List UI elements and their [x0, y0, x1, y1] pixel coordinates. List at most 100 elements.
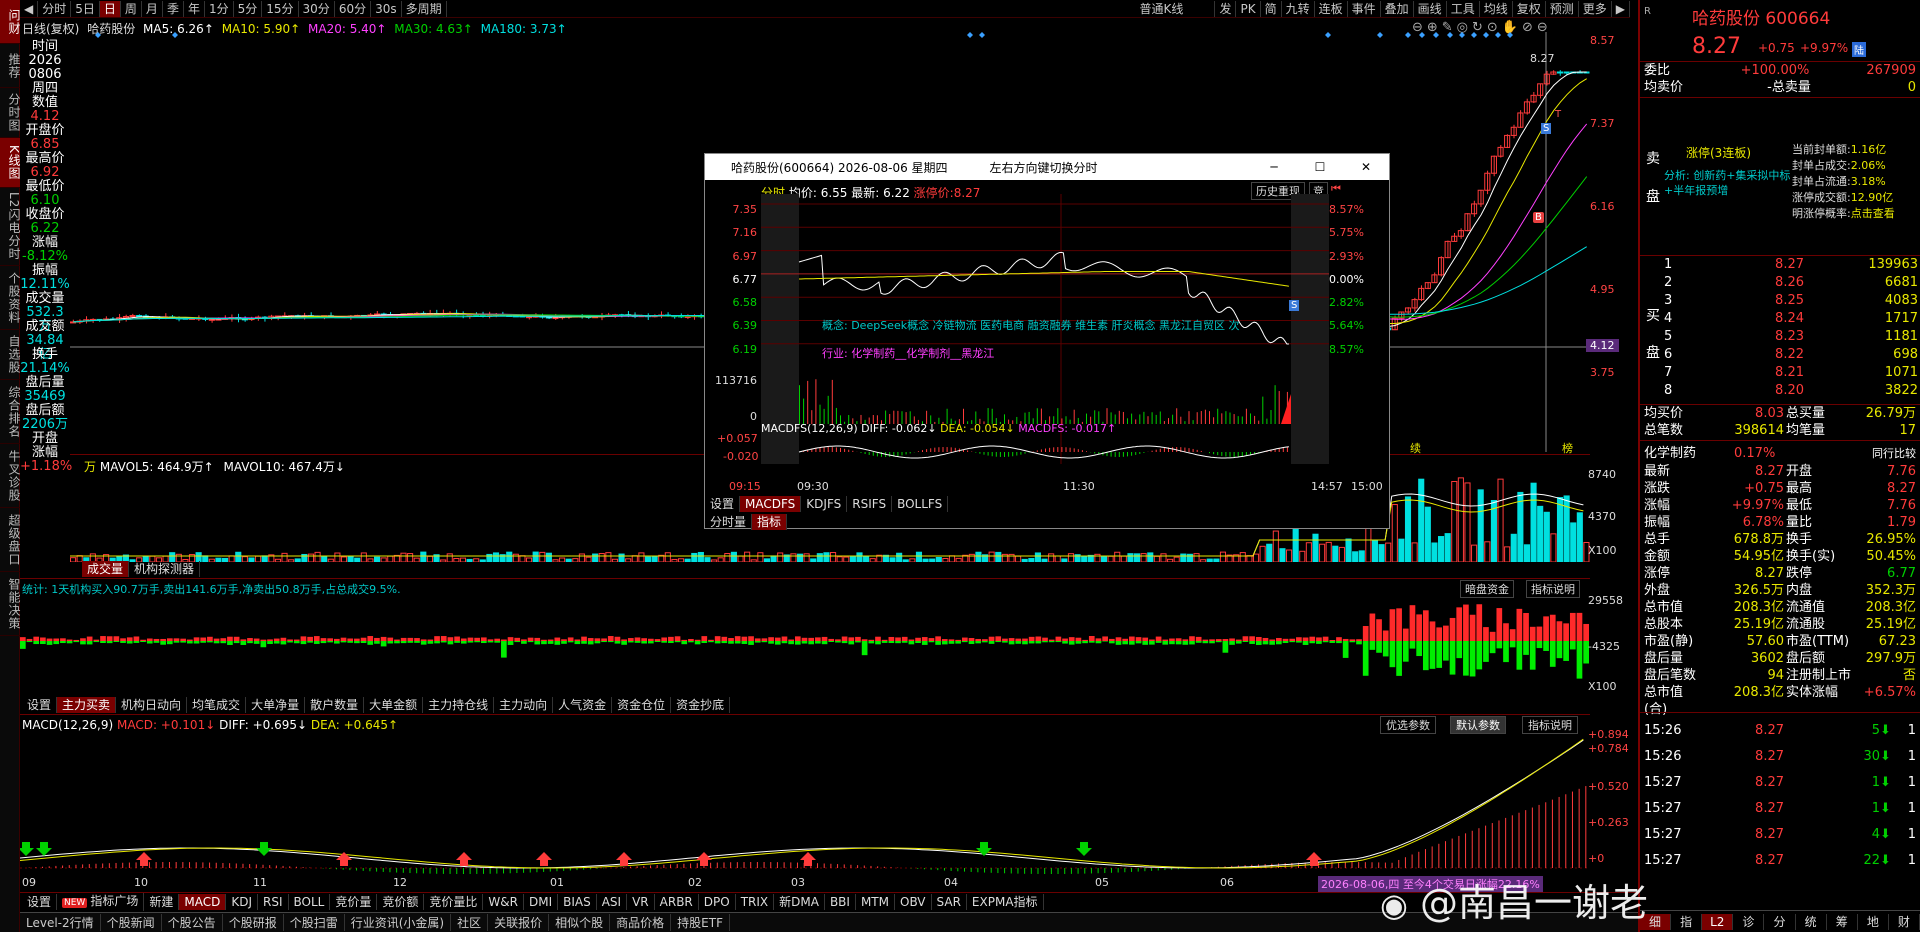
sidebar-item-diagnose[interactable]: 牛叉诊股: [0, 444, 21, 508]
popup-tab-indicator[interactable]: 指标: [752, 514, 788, 530]
indicator-tab[interactable]: ARBR: [655, 894, 699, 910]
period-60min[interactable]: 60分: [335, 0, 372, 17]
tool-overlay[interactable]: 叠加: [1381, 0, 1414, 17]
popup-tab[interactable]: RSIFS: [847, 496, 893, 512]
popup-tab[interactable]: MACDFS: [740, 496, 802, 512]
indicator-tab[interactable]: 竞价量比: [424, 894, 484, 910]
tool-event[interactable]: 事件: [1348, 0, 1381, 17]
period-5min[interactable]: 5分: [234, 0, 263, 17]
quote-tab[interactable]: 筹: [1827, 913, 1858, 930]
period-day[interactable]: 日: [99, 0, 121, 17]
period-15min[interactable]: 15分: [262, 0, 299, 17]
indicator-tab[interactable]: 新DMA: [774, 894, 825, 910]
popup-tab-timevol[interactable]: 分时量: [705, 514, 753, 530]
bid-row[interactable]: 7 8.21 1071: [1660, 364, 1920, 382]
limit-detail-value[interactable]: 点击查看: [1851, 207, 1895, 220]
indicator-tab[interactable]: 新建: [144, 894, 180, 910]
indicator-tab[interactable]: ASI: [597, 894, 628, 910]
sidebar-item-profile[interactable]: 个股资料: [0, 266, 21, 330]
maximize-icon[interactable]: ☐: [1297, 160, 1343, 174]
tool-lianban[interactable]: 连板: [1315, 0, 1348, 17]
status-link[interactable]: 个股扫雷: [284, 914, 345, 931]
bid-row[interactable]: 6 8.22 698: [1660, 346, 1920, 364]
indicator-tab[interactable]: RSI: [258, 894, 289, 910]
fund-tab[interactable]: 主力动向: [494, 697, 554, 713]
period-1min[interactable]: 1分: [205, 0, 234, 17]
fund-tab[interactable]: 设置: [22, 697, 58, 713]
status-link[interactable]: 社区: [451, 914, 489, 931]
popup-tab[interactable]: KDJFS: [801, 496, 848, 512]
status-link[interactable]: Level-2行情: [20, 914, 101, 931]
period-quarter[interactable]: 季: [163, 0, 184, 17]
status-link[interactable]: 个股研报: [223, 914, 284, 931]
tab-institution-detector[interactable]: 机构探测器: [129, 561, 201, 577]
tool-pk[interactable]: PK: [1236, 0, 1261, 17]
kline-type-select[interactable]: 普通K线: [1135, 0, 1216, 17]
fund-tab[interactable]: 均笔成交: [187, 697, 247, 713]
bid-row[interactable]: 2 8.26 6681: [1660, 274, 1920, 292]
indicator-tab[interactable]: MTM: [856, 894, 895, 910]
bid-row[interactable]: 5 8.23 1181: [1660, 328, 1920, 346]
sidebar-item-kline[interactable]: K线图: [0, 138, 21, 188]
period-week[interactable]: 周: [121, 0, 142, 17]
indicator-tab[interactable]: EXPMA指标: [967, 894, 1044, 910]
status-link[interactable]: 个股公告: [162, 914, 223, 931]
period-month[interactable]: 月: [142, 0, 163, 17]
tool-more[interactable]: 更多: [1579, 0, 1612, 17]
period-year[interactable]: 年: [184, 0, 205, 17]
sidebar-item-super-pankou[interactable]: 超级盘口: [0, 508, 21, 572]
tool-jiuzhuan[interactable]: 九转: [1282, 0, 1315, 17]
macd-chart[interactable]: [20, 730, 1590, 878]
indicator-tab[interactable]: SAR: [932, 894, 967, 910]
indicator-tab[interactable]: DPO: [699, 894, 736, 910]
status-link[interactable]: 持股ETF: [671, 914, 730, 931]
period-5day[interactable]: 5日: [71, 0, 100, 17]
bid-row[interactable]: 4 8.24 1717: [1660, 310, 1920, 328]
tool-fuquan[interactable]: 复权: [1513, 0, 1546, 17]
fund-tab[interactable]: 人气资金: [553, 697, 613, 713]
fund-tab[interactable]: 大单金额: [364, 697, 424, 713]
quote-tab[interactable]: 诊: [1733, 913, 1765, 930]
fund-tab[interactable]: 资金抄底: [671, 697, 731, 713]
indicator-tab[interactable]: W&R: [483, 894, 524, 910]
status-link[interactable]: 商品价格: [610, 914, 672, 931]
status-link[interactable]: 相似个股: [549, 914, 611, 931]
nav-right-icon[interactable]: ▶: [1612, 0, 1630, 17]
indicator-tab[interactable]: OBV: [895, 894, 932, 910]
fund-tab[interactable]: 主力持仓线: [423, 697, 495, 713]
sidebar-item-decision[interactable]: 智能决策: [0, 572, 21, 636]
quote-tab[interactable]: L2: [1702, 913, 1734, 930]
indicator-tab[interactable]: TRIX: [736, 894, 775, 910]
tool-predict[interactable]: 预测: [1546, 0, 1579, 17]
bid-row[interactable]: 8 8.20 3822: [1660, 382, 1920, 400]
bid-row[interactable]: 3 8.25 4083: [1660, 292, 1920, 310]
status-link[interactable]: 关联报价: [488, 914, 550, 931]
indicator-tab[interactable]: VR: [627, 894, 655, 910]
industry-compare-button[interactable]: 同行比较: [1804, 445, 1916, 462]
popup-tab[interactable]: BOLLFS: [892, 496, 949, 512]
tool-jian[interactable]: 简: [1261, 0, 1282, 17]
period-30s[interactable]: 30s: [371, 0, 402, 17]
tool-draw[interactable]: 画线: [1414, 0, 1447, 17]
indicator-tab[interactable]: 设置: [22, 894, 58, 910]
quote-tab[interactable]: 财: [1889, 913, 1920, 930]
indicator-tab[interactable]: KDJ: [226, 894, 259, 910]
tool-tools[interactable]: 工具: [1447, 0, 1480, 17]
indicator-tab[interactable]: 竞价量: [330, 894, 378, 910]
indicator-tab[interactable]: NEW 指标广场: [57, 893, 145, 911]
quote-tab[interactable]: 统: [1796, 913, 1827, 930]
fund-flow-chart[interactable]: [20, 596, 1590, 696]
status-link[interactable]: 个股新闻: [101, 914, 162, 931]
indicator-tab[interactable]: BIAS: [558, 894, 597, 910]
bid-row[interactable]: 1 8.27 139963: [1660, 256, 1920, 274]
fund-tab[interactable]: 机构日动向: [116, 697, 188, 713]
sidebar-item-ranking[interactable]: 综合排名: [0, 380, 21, 444]
sidebar-item-l2[interactable]: L2闪电分时: [0, 188, 21, 266]
fund-tab[interactable]: 资金仓位: [612, 697, 672, 713]
period-30min[interactable]: 30分: [299, 0, 335, 17]
popup-tab[interactable]: 设置: [705, 496, 741, 512]
indicator-tab[interactable]: BBI: [825, 894, 856, 910]
status-link[interactable]: 行业资讯(小金属): [345, 914, 452, 931]
indicator-tab[interactable]: 竞价额: [377, 894, 425, 910]
tool-ma[interactable]: 均线: [1480, 0, 1513, 17]
